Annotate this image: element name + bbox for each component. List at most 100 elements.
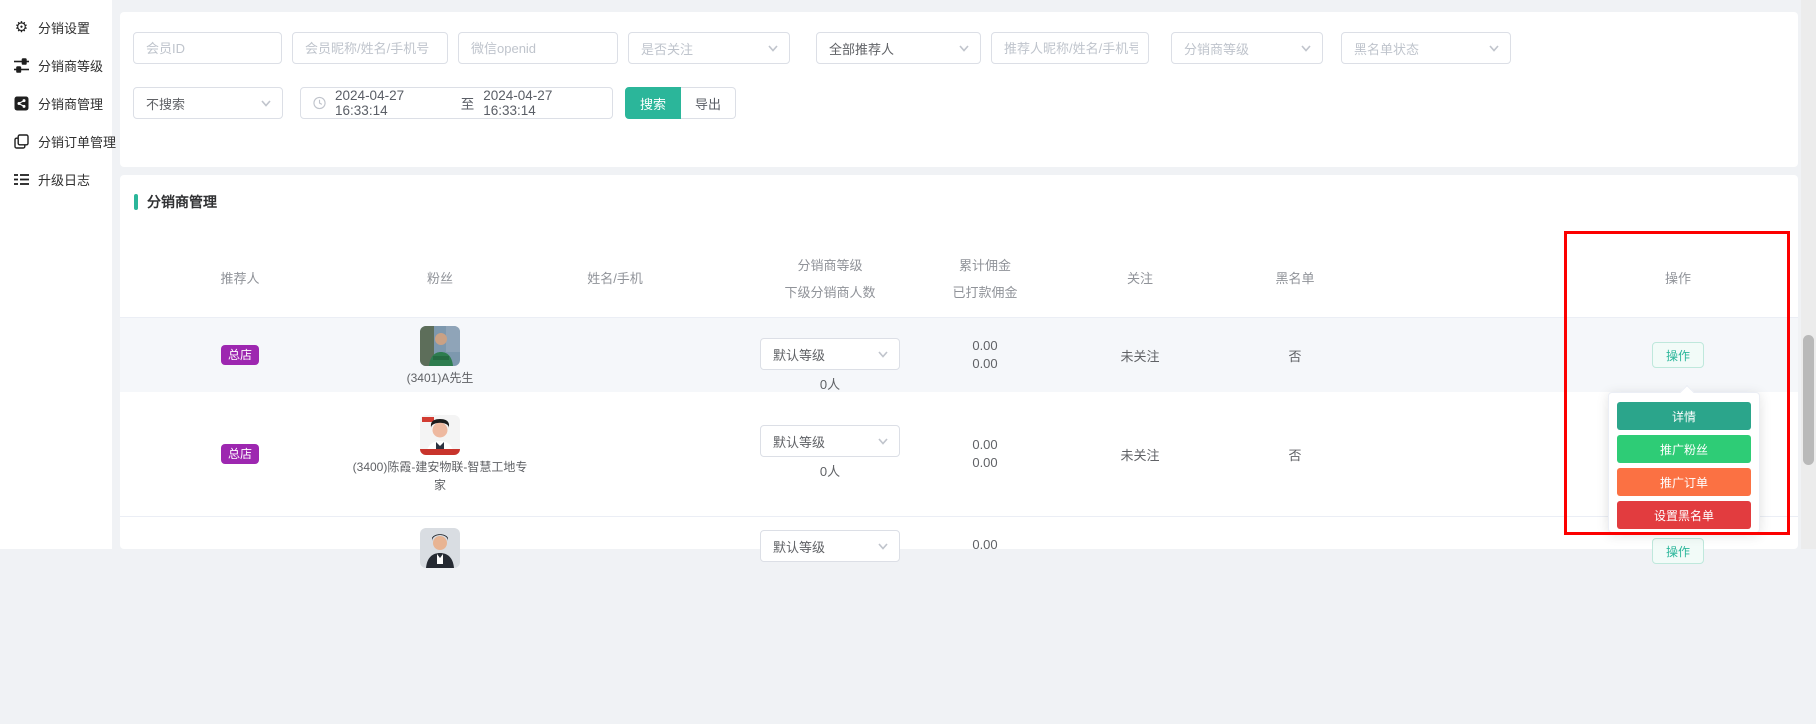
chevron-down-icon [260, 97, 272, 109]
sub-distributor-count: 0人 [820, 374, 840, 393]
menu-item-promote-orders[interactable]: 推广订单 [1617, 468, 1751, 496]
commission-total: 0.00 [972, 337, 997, 355]
blacklist-status: 否 [1220, 318, 1370, 392]
sidebar-item-label: 分销设置 [38, 18, 90, 37]
date-end: 2024-04-27 16:33:14 [483, 88, 600, 118]
referrer-name-input[interactable] [1004, 41, 1138, 56]
sidebar-item-distribution-orders[interactable]: 分销订单管理 [0, 122, 112, 160]
follow-select-value: 是否关注 [641, 39, 693, 58]
header-blacklist: 黑名单 [1220, 240, 1370, 317]
table-row: 总店 (3400)陈霞-建安物联-智慧工地专家 默认等级 0人 0.00 0.0… [120, 392, 1798, 517]
table-row: 总店 (3401)A先生 默认等级 0人 0.00 0.00 未关注 否 操作 [120, 318, 1798, 392]
level-select[interactable]: 分销商等级 [1171, 32, 1323, 64]
commission-total: 0.00 [972, 536, 997, 554]
row-level-select[interactable]: 默认等级 [760, 338, 900, 370]
chevron-down-icon [1488, 42, 1500, 54]
menu-item-promote-fans[interactable]: 推广粉丝 [1617, 435, 1751, 463]
level-select-value: 分销商等级 [1184, 39, 1249, 58]
blacklist-status: 否 [1220, 392, 1370, 516]
sidebar-item-distributor-management[interactable]: 分销商管理 [0, 84, 112, 122]
nickname-input-wrap [292, 32, 448, 64]
nickname-input[interactable] [305, 41, 437, 56]
sidebar-item-label: 分销商管理 [38, 94, 103, 113]
member-id-input-wrap [133, 32, 282, 64]
share-square-icon [13, 95, 30, 112]
distributor-table-panel: 分销商管理 推荐人 粉丝 姓名/手机 分销商等级下级分销商人数 累计佣金已打款佣… [120, 175, 1798, 549]
sidebar-item-distribution-settings[interactable]: ⚙ 分销设置 [0, 8, 112, 46]
menu-item-set-blacklist[interactable]: 设置黑名单 [1617, 501, 1751, 529]
sliders-icon [13, 57, 30, 74]
header-follow: 关注 [1065, 240, 1215, 317]
date-range-picker[interactable]: 2024-04-27 16:33:14 至 2024-04-27 16:33:1… [300, 87, 613, 119]
search-mode-select[interactable]: 不搜索 [133, 87, 283, 119]
sidebar-item-label: 升级日志 [38, 170, 90, 189]
section-title-text: 分销商管理 [147, 192, 217, 212]
gear-icon: ⚙ [13, 19, 30, 36]
name-phone-cell [535, 392, 695, 516]
sidebar-item-label: 分销商等级 [38, 56, 103, 75]
export-button[interactable]: 导出 [681, 87, 736, 119]
sidebar-item-distributor-level[interactable]: 分销商等级 [0, 46, 112, 84]
referrer-select-value: 全部推荐人 [829, 39, 894, 58]
search-mode-value: 不搜索 [146, 94, 185, 113]
referrer-name-input-wrap [991, 32, 1149, 64]
chevron-down-icon [877, 348, 889, 360]
avatar [420, 528, 460, 568]
row-level-select[interactable]: 默认等级 [760, 425, 900, 457]
copy-icon [13, 133, 30, 150]
header-fan: 粉丝 [345, 240, 535, 317]
avatar [420, 415, 460, 455]
sub-distributor-count: 0人 [820, 461, 840, 480]
row-level-value: 默认等级 [773, 537, 825, 556]
fan-name: (3400)陈霞-建安物联-智慧工地专家 [348, 458, 533, 494]
blacklist-status-select[interactable]: 黑名单状态 [1341, 32, 1511, 64]
vertical-scrollbar[interactable] [1801, 0, 1816, 549]
openid-input[interactable] [471, 41, 607, 56]
chevron-down-icon [767, 42, 779, 54]
commission-total: 0.00 [972, 436, 997, 454]
referrer-badge: 总店 [221, 444, 259, 464]
chevron-down-icon [958, 42, 970, 54]
table-header: 推荐人 粉丝 姓名/手机 分销商等级下级分销商人数 累计佣金已打款佣金 关注 黑… [120, 240, 1798, 318]
chevron-down-icon [877, 540, 889, 552]
commission-paid: 0.00 [972, 355, 997, 373]
follow-status: 未关注 [1065, 392, 1215, 516]
row-level-value: 默认等级 [773, 345, 825, 364]
header-referrer: 推荐人 [145, 240, 335, 317]
blacklist-select-value: 黑名单状态 [1354, 39, 1419, 58]
commission-paid: 0.00 [972, 454, 997, 472]
referrer-select[interactable]: 全部推荐人 [816, 32, 981, 64]
header-name-phone: 姓名/手机 [535, 240, 695, 317]
chevron-down-icon [1300, 42, 1312, 54]
row-action-button[interactable]: 操作 [1652, 538, 1704, 564]
referrer-badge: 总店 [221, 345, 259, 365]
avatar [420, 326, 460, 366]
fan-name: (3401)A先生 [407, 369, 474, 387]
action-dropdown-menu: 详情 推广粉丝 推广订单 设置黑名单 [1608, 392, 1760, 533]
sidebar-item-upgrade-log[interactable]: 升级日志 [0, 160, 112, 198]
member-id-input[interactable] [146, 41, 271, 56]
date-start: 2024-04-27 16:33:14 [335, 88, 452, 118]
openid-input-wrap [458, 32, 618, 64]
row-action-button[interactable]: 操作 [1652, 342, 1704, 368]
row-level-select[interactable]: 默认等级 [760, 530, 900, 562]
table-row: 默认等级 0.00 操作 [120, 517, 1798, 724]
sidebar-item-label: 分销订单管理 [38, 132, 116, 151]
follow-status: 未关注 [1065, 318, 1215, 392]
section-title-bar [134, 194, 138, 210]
search-button[interactable]: 搜索 [625, 87, 681, 119]
name-phone-cell [535, 318, 695, 392]
header-level: 分销商等级下级分销商人数 [730, 240, 930, 317]
row-level-value: 默认等级 [773, 432, 825, 451]
follow-select[interactable]: 是否关注 [628, 32, 790, 64]
header-actions: 操作 [1565, 240, 1791, 317]
section-title: 分销商管理 [134, 192, 217, 212]
sidebar: ⚙ 分销设置 分销商等级 分销商管理 分销订单管理 升级日志 [0, 0, 112, 549]
filter-panel: 是否关注 全部推荐人 分销商等级 黑名单状态 不搜索 2024-04-27 16… [120, 12, 1798, 167]
list-icon [13, 171, 30, 188]
date-separator: 至 [461, 93, 475, 113]
header-commission: 累计佣金已打款佣金 [910, 240, 1060, 317]
scrollbar-thumb[interactable] [1803, 335, 1814, 465]
menu-item-detail[interactable]: 详情 [1617, 402, 1751, 430]
chevron-down-icon [877, 435, 889, 447]
